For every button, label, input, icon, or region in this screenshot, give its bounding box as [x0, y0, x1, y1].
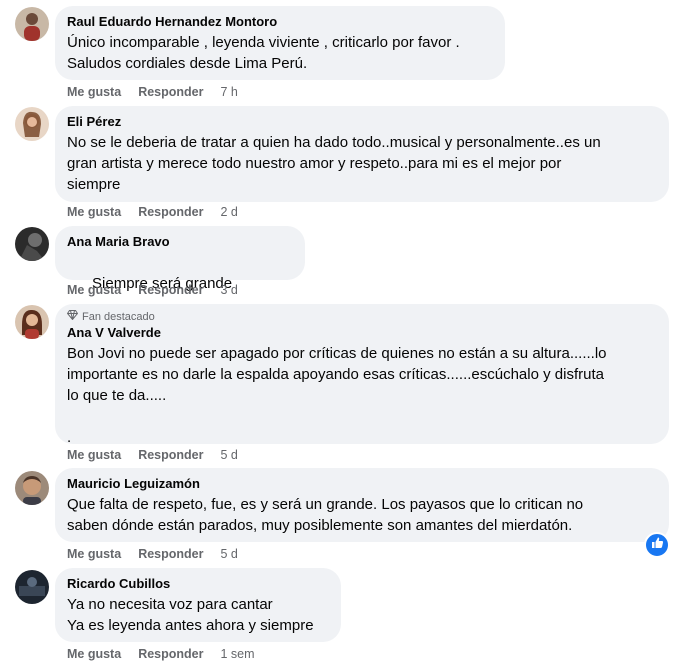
comment-timestamp[interactable]: 5 d	[220, 447, 237, 463]
comment-actions: Me gusta Responder 2 d	[67, 204, 238, 220]
comment-author[interactable]: Mauricio Leguizamón	[67, 476, 657, 492]
comment-bubble: Fan destacado Ana V Valverde Bon Jovi no…	[55, 304, 669, 446]
comment-timestamp[interactable]: 5 d	[220, 546, 237, 562]
comment-actions: Me gusta Responder 5 d	[67, 447, 238, 463]
reply-link[interactable]: Responder	[138, 204, 203, 220]
like-link[interactable]: Me gusta	[67, 282, 121, 298]
comment-actions: Me gusta Responder 3 d	[67, 282, 238, 298]
comment-bubble: Raul Eduardo Hernandez Montoro Único inc…	[55, 6, 505, 80]
avatar[interactable]	[15, 7, 49, 41]
reply-link[interactable]: Responder	[138, 447, 203, 463]
comment-actions: Me gusta Responder 7 h	[67, 84, 238, 100]
avatar[interactable]	[15, 570, 49, 604]
comment-text: Bon Jovi no puede ser apagado por crític…	[67, 345, 607, 446]
like-reaction-badge[interactable]	[644, 532, 670, 558]
reply-link[interactable]: Responder	[138, 646, 203, 662]
comment-author[interactable]: Raul Eduardo Hernandez Montoro	[67, 14, 493, 30]
diamond-icon	[66, 310, 79, 324]
thumbs-up-icon	[651, 536, 664, 554]
comment-text: Ya no necesita voz para cantar Ya es ley…	[67, 596, 314, 634]
comment-timestamp[interactable]: 2 d	[220, 204, 237, 220]
like-link[interactable]: Me gusta	[67, 204, 121, 220]
comment-text: No se le deberia de tratar a quien ha da…	[67, 134, 601, 193]
like-link[interactable]: Me gusta	[67, 447, 121, 463]
comment-actions: Me gusta Responder 1 sem	[67, 646, 255, 662]
comment-text: Único incomparable , leyenda viviente , …	[67, 34, 460, 72]
comment-bubble: Ana Maria Bravo Siempre será grande	[55, 226, 305, 331]
comment-actions: Me gusta Responder 5 d	[67, 546, 238, 562]
comment-author[interactable]: Eli Pérez	[67, 114, 657, 130]
avatar[interactable]	[15, 305, 49, 339]
badge-label: Fan destacado	[82, 311, 155, 323]
comment-bubble: Ricardo Cubillos Ya no necesita voz para…	[55, 568, 341, 642]
comment-author[interactable]: Ana Maria Bravo	[67, 234, 293, 250]
reply-link[interactable]: Responder	[138, 84, 203, 100]
comment-timestamp[interactable]: 1 sem	[220, 646, 254, 662]
like-link[interactable]: Me gusta	[67, 546, 121, 562]
comment-bubble: Eli Pérez No se le deberia de tratar a q…	[55, 106, 669, 202]
like-link[interactable]: Me gusta	[67, 84, 121, 100]
avatar[interactable]	[15, 227, 49, 261]
reply-link[interactable]: Responder	[138, 282, 203, 298]
avatar[interactable]	[15, 107, 49, 141]
comment-timestamp[interactable]: 7 h	[220, 84, 237, 100]
reply-link[interactable]: Responder	[138, 546, 203, 562]
comment-text: Que falta de respeto, fue, es y será un …	[67, 496, 584, 534]
avatar[interactable]	[15, 471, 49, 505]
top-fan-badge: Fan destacado	[66, 310, 657, 324]
like-link[interactable]: Me gusta	[67, 646, 121, 662]
comment-author[interactable]: Ana V Valverde	[67, 325, 657, 341]
comment-timestamp[interactable]: 3 d	[220, 282, 237, 298]
comment-author[interactable]: Ricardo Cubillos	[67, 576, 329, 592]
comment-bubble: Mauricio Leguizamón Que falta de respeto…	[55, 468, 669, 542]
